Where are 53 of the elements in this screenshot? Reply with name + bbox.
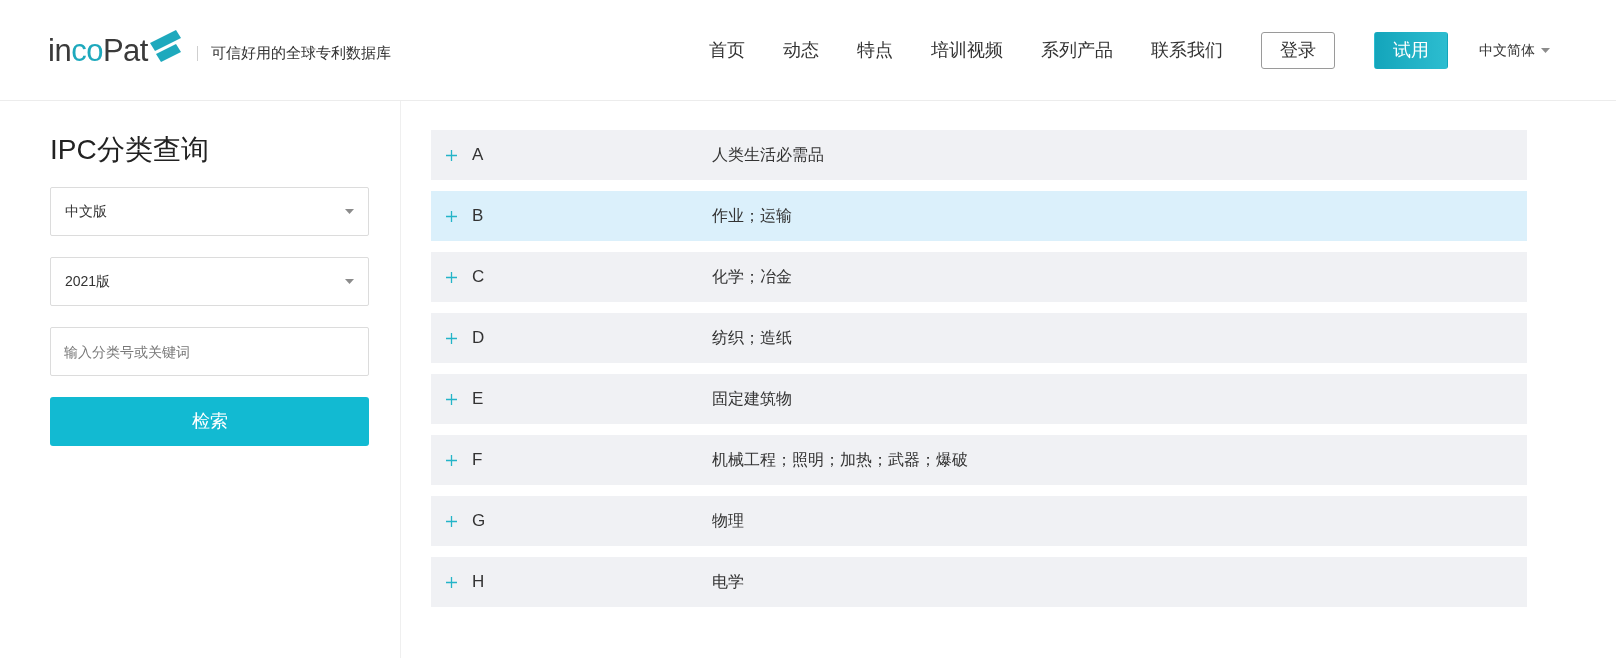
category-title: 人类生活必需品 [712,145,824,165]
category-title: 电学 [712,572,744,592]
category-row[interactable]: D 纺织；造纸 [431,313,1527,363]
language-dropdown[interactable]: 中文简体 [1479,39,1550,61]
version-select[interactable]: 2021版 [50,257,369,306]
version-select[interactable]: 中文版 [50,187,369,236]
nav-link[interactable]: 特点 [857,36,893,64]
plus-icon[interactable] [446,210,457,222]
category-code: B [472,205,485,228]
category-title: 纺织；造纸 [712,328,792,348]
category-code: H [472,571,486,594]
category-row[interactable]: F 机械工程；照明；加热；武器；爆破 [431,435,1527,485]
login-button[interactable]: 登录 [1261,31,1335,69]
caret-icon [1541,47,1550,53]
logo-text[interactable]: incoPat [48,34,148,66]
tagline: 可信好用的全球专利数据库 [210,42,391,63]
plus-icon[interactable] [446,576,457,588]
category-row[interactable]: A 人类生活必需品 [431,130,1527,180]
category-title: 作业；运输 [712,206,792,226]
category-code: C [472,266,486,289]
category-title: 机械工程；照明；加热；武器；爆破 [712,450,968,470]
nav-link[interactable]: 系列产品 [1041,36,1113,64]
category-title: 化学；冶金 [712,267,792,287]
nav-link[interactable]: 动态 [783,36,819,64]
plus-icon[interactable] [446,332,457,344]
caret-icon [345,209,354,214]
plus-icon[interactable] [446,515,457,527]
caret-icon [345,279,354,284]
select-value: 2021版 [65,272,111,291]
plus-icon[interactable] [446,149,457,161]
category-row[interactable]: H 电学 [431,557,1527,607]
category-row[interactable]: C 化学；冶金 [431,252,1527,302]
search-field[interactable]: 输入分类号或关键词 [50,327,369,376]
category-row[interactable]: B 作业；运输 [431,191,1527,241]
category-code: F [472,449,484,472]
category-title: 物理 [712,511,744,531]
category-code: G [472,510,487,533]
category-code: E [472,388,485,411]
category-row[interactable]: G 物理 [431,496,1527,546]
nav-link[interactable]: 培训视频 [931,36,1003,64]
nav-link[interactable]: 首页 [709,36,745,64]
category-code: A [472,144,485,167]
plus-icon[interactable] [446,393,457,405]
page-title: IPC分类查询 [50,133,210,167]
category-title: 固定建筑物 [712,389,792,409]
plus-icon[interactable] [446,271,457,283]
category-code: D [472,327,486,350]
category-row[interactable]: E 固定建筑物 [431,374,1527,424]
logo-stripes-icon [149,30,181,62]
select-value: 中文版 [65,202,107,221]
language-label: 中文简体 [1479,40,1535,60]
plus-icon[interactable] [446,454,457,466]
nav-link[interactable]: 联系我们 [1151,36,1223,64]
